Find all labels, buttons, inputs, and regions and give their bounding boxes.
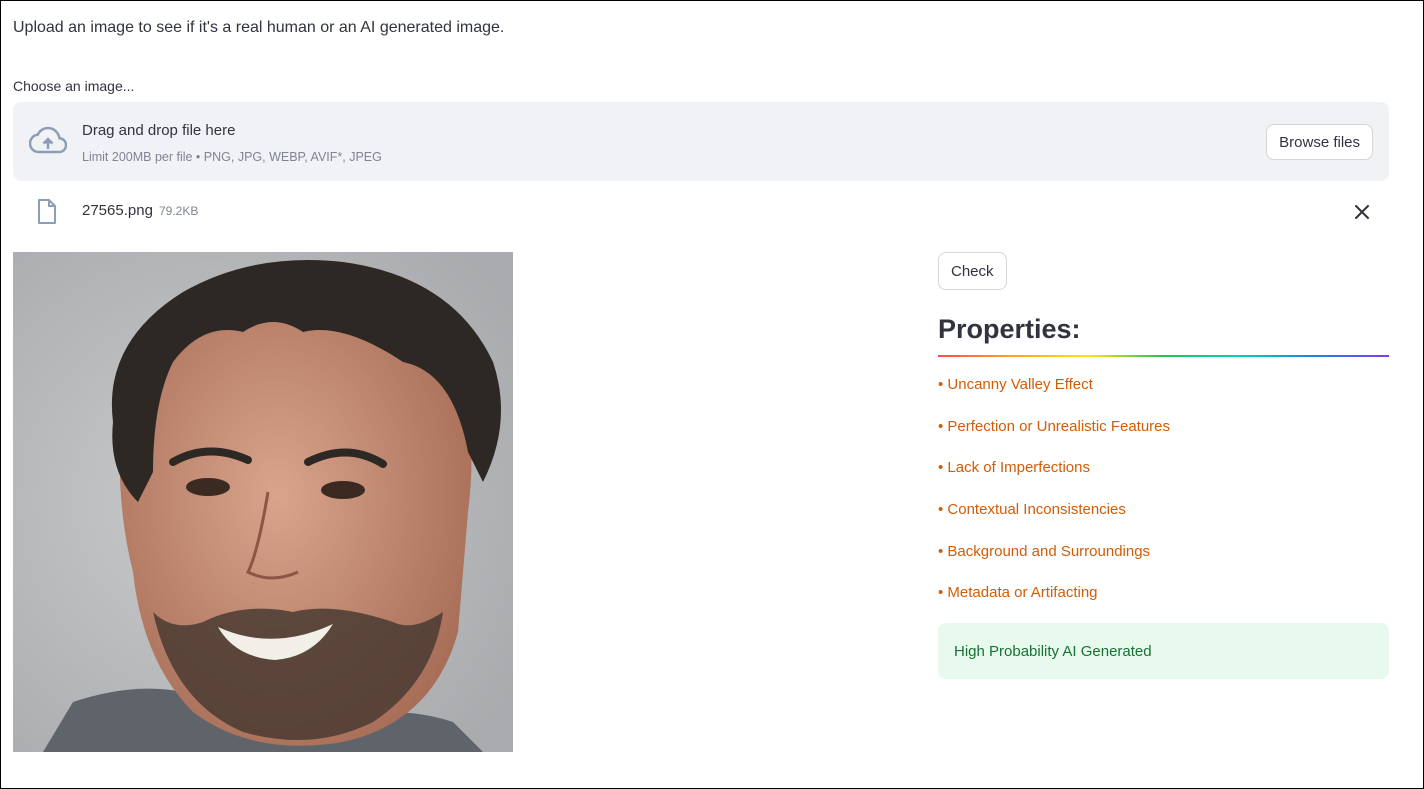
property-item: • Metadata or Artifacting <box>938 584 1098 602</box>
remove-file-button[interactable] <box>1351 201 1373 223</box>
properties-list: • Uncanny Valley Effect • Perfection or … <box>938 376 1170 626</box>
property-item: • Lack of Imperfections <box>938 459 1090 477</box>
uploaded-image <box>13 252 513 752</box>
uploader-label: Choose an image... <box>13 78 135 94</box>
check-button[interactable]: Check <box>938 252 1007 290</box>
result-text: High Probability AI Generated <box>954 642 1152 660</box>
uploaded-file-row: 27565.png 79.2KB <box>13 195 1389 231</box>
property-item: • Background and Surroundings <box>938 542 1151 560</box>
result-alert: High Probability AI Generated <box>938 623 1389 679</box>
file-dropzone[interactable]: Drag and drop file here Limit 200MB per … <box>13 102 1389 181</box>
browse-files-button[interactable]: Browse files <box>1266 124 1373 160</box>
file-size: 79.2KB <box>159 204 199 218</box>
property-item: • Perfection or Unrealistic Features <box>938 417 1171 435</box>
property-item: • Contextual Inconsistencies <box>938 501 1126 519</box>
property-item: • Uncanny Valley Effect <box>938 376 1093 393</box>
intro-text: Upload an image to see if it's a real hu… <box>13 19 505 36</box>
close-icon <box>1355 205 1369 219</box>
file-name: 27565.png <box>82 202 153 219</box>
dropzone-title: Drag and drop file here <box>82 122 236 139</box>
cloud-upload-icon <box>28 126 68 156</box>
file-icon <box>37 199 57 225</box>
heading-divider <box>938 355 1389 357</box>
dropzone-limit-text: Limit 200MB per file • PNG, JPG, WEBP, A… <box>82 150 382 164</box>
properties-heading: Properties: <box>938 314 1081 344</box>
